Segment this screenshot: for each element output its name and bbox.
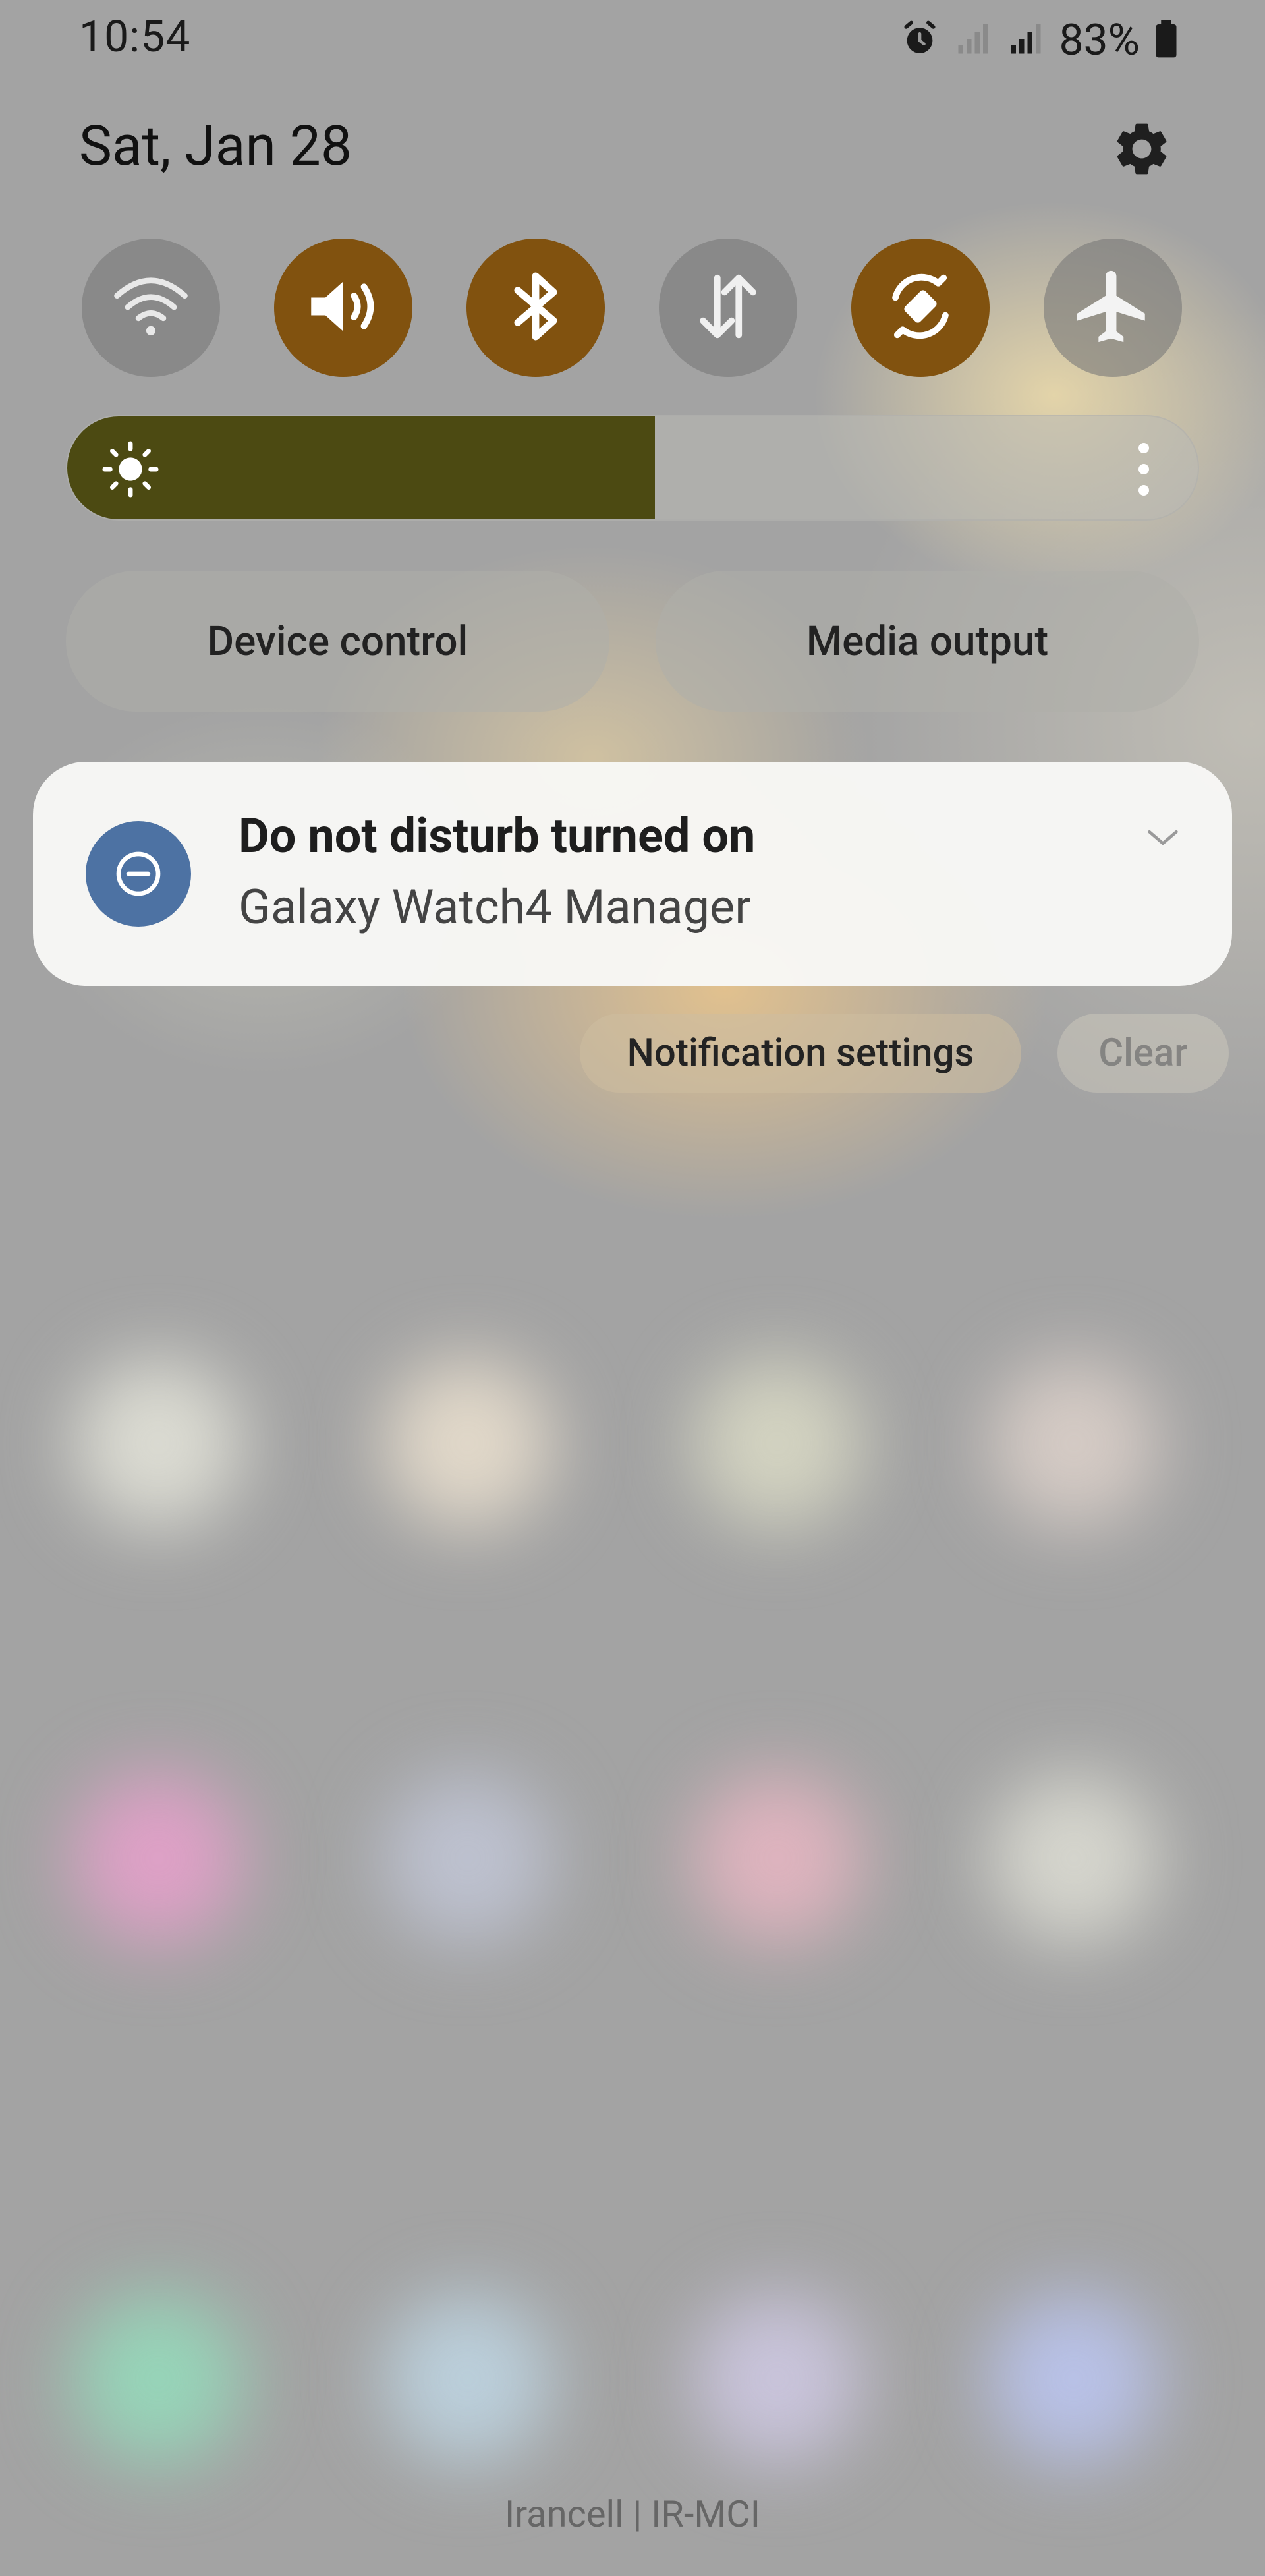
bluetooth-icon <box>493 264 578 352</box>
more-vertical-icon[interactable] <box>1137 443 1150 496</box>
wifi-toggle[interactable] <box>82 239 220 377</box>
chevron-down-icon[interactable] <box>1140 815 1186 861</box>
clear-button[interactable]: Clear <box>1057 1014 1229 1093</box>
status-time: 10:54 <box>79 12 191 63</box>
device-control-button[interactable]: Device control <box>66 571 609 712</box>
blurred-home-background <box>0 0 1265 2576</box>
notification-settings-button[interactable]: Notification settings <box>580 1014 1021 1093</box>
data-arrows-icon <box>685 264 771 352</box>
date-label: Sat, Jan 28 <box>79 113 352 179</box>
status-bar: 10:54 83% <box>0 0 1265 79</box>
sun-icon <box>100 439 161 500</box>
notification-title: Do not disturb turned on <box>239 808 756 864</box>
wifi-icon <box>108 264 194 352</box>
bluetooth-toggle[interactable] <box>466 239 605 377</box>
battery-percent: 83% <box>1059 14 1140 66</box>
media-output-label: Media output <box>806 617 1049 666</box>
airplane-mode-toggle[interactable] <box>1044 239 1182 377</box>
auto-rotate-toggle[interactable] <box>851 239 990 377</box>
signal-icon <box>953 18 993 62</box>
device-control-label: Device control <box>207 617 468 666</box>
clear-label: Clear <box>1098 1031 1188 1075</box>
media-output-button[interactable]: Media output <box>656 571 1199 712</box>
gear-icon[interactable] <box>1110 117 1173 181</box>
do-not-disturb-icon <box>86 821 191 927</box>
status-icons: 83% <box>899 12 1179 69</box>
notification-card[interactable]: Do not disturb turned on Galaxy Watch4 M… <box>33 762 1232 986</box>
auto-rotate-icon <box>878 264 963 352</box>
alarm-icon <box>899 18 940 62</box>
mobile-data-toggle[interactable] <box>659 239 797 377</box>
brightness-slider[interactable] <box>66 415 1199 521</box>
sound-toggle[interactable] <box>274 239 412 377</box>
notification-app-name: Galaxy Watch4 Manager <box>239 879 751 935</box>
signal-icon <box>1006 18 1046 62</box>
battery-icon <box>1153 18 1179 62</box>
notification-settings-label: Notification settings <box>627 1031 974 1075</box>
carrier-label: Irancell | IR-MCI <box>505 2492 760 2536</box>
airplane-icon <box>1070 264 1156 352</box>
volume-icon <box>300 264 386 352</box>
